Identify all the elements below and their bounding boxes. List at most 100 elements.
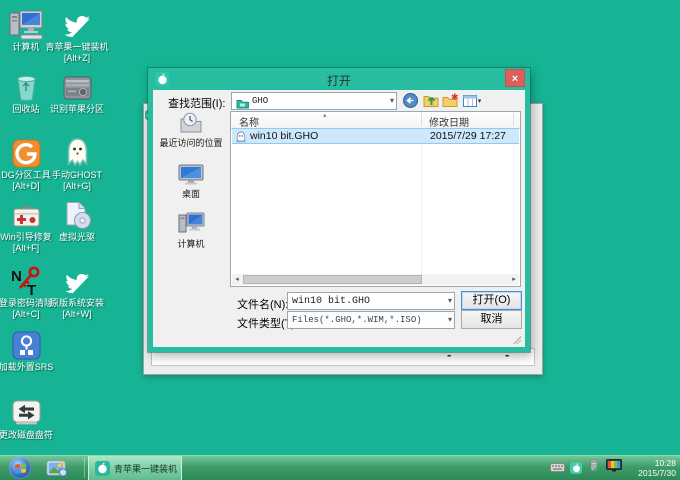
ghost-file-icon [235,130,247,148]
chevron-down-icon: ▾ [448,296,452,305]
desktop-place-icon [157,161,225,186]
look-in-combobox[interactable]: GHO ▾ [231,92,397,110]
look-in-label: 查找范围(I): [168,95,225,111]
dialog-body: 查找范围(I): GHO ▾ ✱ ▾ [153,90,525,347]
svg-text:✓: ✓ [593,465,600,473]
taskbar-active-task[interactable]: 青苹果一键装机 [88,456,182,480]
scrollbar-thumb[interactable] [243,275,422,284]
dialog-titlebar[interactable]: 打开 × [148,68,530,90]
sort-ascending-icon: ▴ [323,111,327,119]
place-computer[interactable]: 计算机 [157,211,225,250]
disc-document-icon [45,198,109,230]
column-header-modified[interactable]: 修改日期 [429,114,469,129]
close-icon: × [512,73,518,85]
close-button[interactable]: × [505,69,525,87]
chevron-down-icon: ▾ [478,97,482,105]
desktop-icon-label: 原版系统安装 [Alt+W] [45,298,109,320]
chevron-down-icon: ▾ [390,96,394,105]
start-button[interactable] [9,457,31,479]
open-button[interactable]: 打开(O) [461,291,522,310]
desktop-icon-manual-ghost[interactable]: 手动GHOST [Alt+G] [45,136,109,192]
usb-tray-icon[interactable]: ✓ [587,459,601,477]
svg-text:★: ★ [59,460,65,468]
swap-drive-icon [0,396,58,428]
place-label: 计算机 [157,237,225,250]
views-menu-button[interactable]: ▾ [460,93,484,108]
computer-place-icon [157,211,225,236]
new-folder-icon: ✱ [442,93,458,108]
desktop-icon-label: 虚拟光驱 [45,232,109,243]
up-one-level-button[interactable] [422,93,439,108]
cancel-button[interactable]: 取消 [461,310,522,329]
file-name-combobox[interactable]: win10 bit.GHO ▾ [287,292,455,310]
ghost-icon [45,136,109,168]
apple-tray-icon[interactable] [570,462,582,474]
file-row-selected[interactable]: win10 bit.GHO 2015/7/29 17:27 [232,128,519,144]
open-file-dialog: 打开 × 查找范围(I): GHO ▾ ✱ [148,68,530,352]
active-task-label: 青苹果一键装机 [114,462,177,475]
file-type-combobox[interactable]: Files(*.GHO,*.WIM,*.ISO) ▾ [287,311,455,329]
taskbar: ★ 青苹果一键装机 ✓ 10:28 2015/7/30 [0,455,680,480]
svg-text:✱: ✱ [451,93,458,102]
file-list: 名称 ▴ 修改日期 win10 bit.GHO 2015/7/29 17:27 [230,111,521,287]
file-name-label: 文件名(N): [237,296,288,312]
column-divider[interactable] [421,113,422,126]
new-folder-button[interactable]: ✱ [441,93,458,108]
bird-icon [45,8,109,40]
file-name-value: win10 bit.GHO [292,296,370,307]
desktop: 计算机 青苹果一键装机 [Alt+Z] 回收站 识别苹果分区 DG分区工具 [A… [0,0,680,480]
bird-icon [45,264,109,296]
file-list-header[interactable]: 名称 ▴ 修改日期 [231,112,520,129]
recent-places-icon [157,110,225,135]
apple-app-icon [95,461,110,476]
desktop-icon-load-srs[interactable]: 加载外置SRS [0,328,58,373]
clock-date: 2015/7/30 [638,468,676,478]
horizontal-scrollbar[interactable]: ◂ ▸ [232,274,519,285]
back-icon [403,93,418,108]
display-tray-icon[interactable] [606,459,622,477]
file-name-cell: win10 bit.GHO [250,130,318,142]
desktop-icon-original-system-install[interactable]: 原版系统安装 [Alt+W] [45,264,109,320]
clock-time: 10:28 [638,458,676,468]
taskbar-image-tool-button[interactable]: ★ [46,459,68,480]
desktop-icon-label: 识别苹果分区 [45,104,109,115]
look-in-value: GHO [252,96,268,106]
desktop-icon-oneclick-install[interactable]: 青苹果一键装机 [Alt+Z] [45,8,109,64]
desktop-icon-detect-apple-partition[interactable]: 识别苹果分区 [45,70,109,115]
file-type-value: Files(*.GHO,*.WIM,*.ISO) [292,315,422,325]
place-label: 最近访问的位置 [157,136,225,149]
place-desktop[interactable]: 桌面 [157,161,225,200]
desktop-icon-change-drive-letter[interactable]: 更改磁盘盘符 [0,396,58,441]
column-divider[interactable] [513,113,514,126]
taskbar-separator [84,458,85,478]
hard-disk-icon [45,70,109,102]
dialog-title: 打开 [148,72,530,89]
keyboard-tray-icon[interactable] [550,459,565,477]
place-label: 桌面 [157,187,225,200]
desktop-icon-label: 青苹果一键装机 [Alt+Z] [45,42,109,64]
up-folder-icon [423,93,439,108]
system-tray: ✓ [550,456,622,480]
views-icon [463,95,477,107]
chevron-down-icon: ▾ [448,315,452,324]
resize-grip[interactable] [513,336,521,344]
open-button-label: 打开(O) [473,294,511,306]
file-modified-cell: 2015/7/29 17:27 [430,130,506,142]
column-gridline [513,128,514,273]
desktop-icon-label: 加载外置SRS [0,362,58,373]
cancel-button-label: 取消 [481,313,503,325]
column-gridline [421,128,422,273]
place-recent[interactable]: 最近访问的位置 [157,110,225,149]
scroll-left-icon[interactable]: ◂ [232,274,242,285]
column-header-name[interactable]: 名称 [239,114,259,129]
srs-driver-icon [0,328,58,360]
taskbar-clock[interactable]: 10:28 2015/7/30 [638,458,676,478]
desktop-icon-virtual-drive[interactable]: 虚拟光驱 [45,198,109,243]
desktop-icon-label: 手动GHOST [Alt+G] [45,170,109,192]
windows-logo-icon [15,463,26,473]
svg-text:N: N [11,268,22,285]
back-button[interactable] [402,93,419,108]
image-viewer-icon: ★ [46,459,68,477]
desktop-icon-label: 更改磁盘盘符 [0,430,58,441]
scroll-right-icon[interactable]: ▸ [509,274,519,285]
